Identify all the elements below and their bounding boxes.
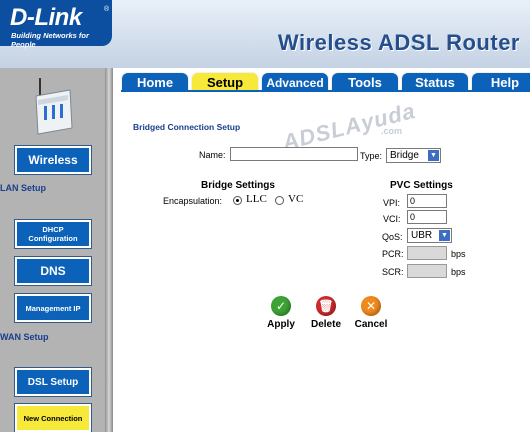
logo-registered: ® <box>104 6 110 13</box>
type-label: Type: <box>360 151 383 161</box>
watermark-suffix: .com <box>381 126 403 136</box>
name-input[interactable] <box>230 147 358 161</box>
scr-unit: bps <box>451 267 466 277</box>
sidebar-item-dns[interactable]: DNS <box>14 256 92 286</box>
qos-label: QoS: <box>382 232 403 242</box>
pvc-settings-heading: PVC Settings <box>390 180 453 191</box>
dlink-logo: D-Link ® Building Networks for People <box>0 0 112 49</box>
x-icon: ✕ <box>361 296 381 316</box>
pcr-unit: bps <box>451 249 466 259</box>
llc-radio-label: LLC <box>246 193 267 205</box>
cancel-label: Cancel <box>354 319 388 330</box>
delete-label: Delete <box>310 319 341 330</box>
product-title: Wireless ADSL Router <box>277 30 520 55</box>
logo-brand: D-Link <box>10 4 82 31</box>
section-lan-setup: LAN Setup <box>0 183 46 193</box>
sidebar-item-wireless[interactable]: Wireless <box>14 145 92 175</box>
vci-label: VCI: <box>383 214 401 224</box>
tab-bar: Home Setup Advanced Tools Status Help <box>113 68 530 93</box>
vci-input[interactable]: 0 <box>407 210 447 224</box>
page-title: Bridged Connection Setup <box>133 122 241 132</box>
main-content: ADSLAyuda .com Bridged Connection Setup … <box>113 92 530 432</box>
router-device-icon <box>35 78 73 135</box>
left-sidebar: Wireless LAN Setup DHCP Configuration DN… <box>0 68 113 432</box>
name-label: Name: <box>199 150 226 160</box>
apply-label: Apply <box>267 319 295 330</box>
tab-tools[interactable]: Tools <box>331 72 399 92</box>
section-wan-setup: WAN Setup <box>0 332 49 342</box>
apply-button[interactable]: ✓ Apply <box>261 296 301 330</box>
scr-input[interactable] <box>407 264 447 278</box>
pcr-input[interactable] <box>407 246 447 260</box>
sidebar-item-management-ip[interactable]: Management IP <box>14 293 92 323</box>
type-select-value: Bridge <box>390 150 419 161</box>
tab-help[interactable]: Help <box>471 72 530 92</box>
sidebar-divider <box>105 68 113 432</box>
pcr-label: PCR: <box>382 249 404 259</box>
vpi-label: VPI: <box>383 198 401 208</box>
vc-radio[interactable] <box>275 196 284 205</box>
qos-select[interactable]: UBR ▼ <box>407 228 452 243</box>
tab-setup[interactable]: Setup <box>191 72 259 92</box>
logo-tagline: Building Networks for People <box>11 31 89 49</box>
cancel-button[interactable]: ✕ Cancel <box>351 296 391 330</box>
trash-icon: 🗑 <box>316 296 336 316</box>
header: D-Link ® Building Networks for People Wi… <box>0 0 530 68</box>
sidebar-item-dsl-setup[interactable]: DSL Setup <box>14 367 92 397</box>
tab-advanced[interactable]: Advanced <box>261 72 329 92</box>
encapsulation-label: Encapsulation: <box>163 196 223 206</box>
checkmark-icon: ✓ <box>271 296 291 316</box>
tab-strip: Home Setup Advanced Tools Status Help <box>121 72 530 92</box>
vc-radio-label: VC <box>288 193 304 205</box>
scr-label: SCR: <box>382 267 404 277</box>
type-select[interactable]: Bridge ▼ <box>386 148 441 163</box>
llc-radio[interactable] <box>233 196 242 205</box>
sidebar-item-dhcp-configuration[interactable]: DHCP Configuration <box>14 219 92 249</box>
tab-status[interactable]: Status <box>401 72 469 92</box>
sidebar-item-new-connection[interactable]: New Connection <box>14 403 92 432</box>
qos-select-value: UBR <box>411 230 433 241</box>
vpi-input[interactable]: 0 <box>407 194 447 208</box>
chevron-down-icon: ▼ <box>428 150 439 161</box>
bridge-settings-heading: Bridge Settings <box>201 180 275 191</box>
delete-button[interactable]: 🗑 Delete <box>306 296 346 330</box>
chevron-down-icon: ▼ <box>439 230 450 241</box>
tab-home[interactable]: Home <box>121 72 189 92</box>
